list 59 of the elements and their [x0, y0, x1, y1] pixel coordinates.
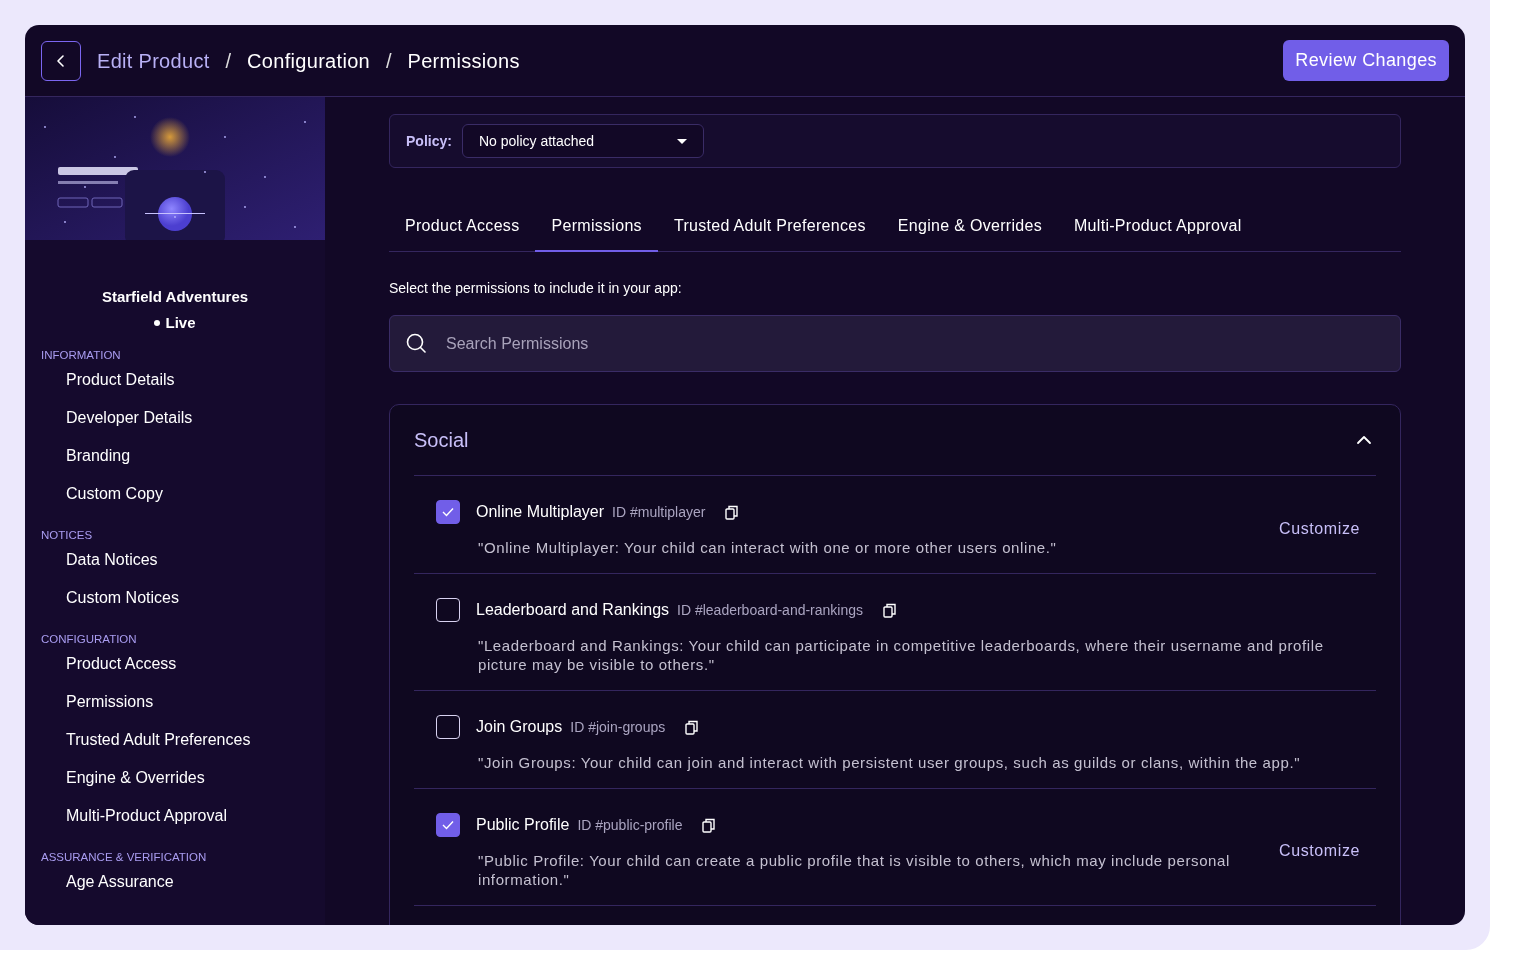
permission-id: ID #leaderboard-and-rankings — [677, 600, 864, 620]
checkbox[interactable] — [436, 500, 460, 524]
customize-link[interactable]: Customize — [1259, 839, 1360, 863]
sidebar-section-title: INFORMATION — [40, 348, 122, 362]
breadcrumb-separator: / — [225, 48, 232, 74]
customize-link[interactable]: Customize — [1259, 516, 1360, 541]
permission-id: ID #public-profile — [577, 815, 683, 835]
sidebar-item[interactable]: Custom Copy — [25, 476, 325, 514]
sidebar-item[interactable]: Product Access — [25, 646, 325, 684]
search-field[interactable]: Search Permissions — [389, 315, 1401, 372]
permission-id: ID #multiplayer — [612, 502, 706, 522]
sidebar-section-title: NOTICES — [40, 528, 94, 542]
instruction-text: Select the permissions to include it in your app: — [389, 279, 683, 298]
copy-icon[interactable] — [883, 602, 898, 618]
copy-icon[interactable] — [685, 719, 700, 735]
sidebar-item[interactable]: Product Details — [25, 362, 325, 400]
review-changes-button[interactable]: Review Changes — [1283, 40, 1449, 81]
check-icon — [442, 820, 454, 830]
search-icon — [406, 333, 426, 353]
breadcrumb-separator: / — [386, 48, 392, 74]
sidebar-item[interactable]: Custom Notices — [25, 580, 325, 618]
sidebar-item[interactable]: Trusted Adult Preferences — [25, 722, 325, 760]
policy-dropdown[interactable]: No policy attached — [461, 124, 704, 158]
sidebar-item[interactable]: Data Notices — [25, 542, 325, 580]
checkbox[interactable] — [436, 813, 460, 837]
permission-description: "Join Groups: Your child can join and interact with persistent user groups, such as guilds or clans, within the app." — [477, 753, 1302, 772]
tab[interactable]: Multi-Product Approval — [1057, 208, 1258, 252]
permission-name: Join Groups — [476, 717, 563, 737]
tab[interactable]: Trusted Adult Preferences — [657, 208, 882, 252]
tab[interactable]: Permissions — [535, 208, 658, 252]
tab[interactable]: Engine & Overrides — [881, 208, 1058, 252]
product-name: Starfield Adventures — [100, 287, 250, 307]
sidebar-section-title: CONFIGURATION — [40, 632, 138, 646]
permission-id: ID #join-groups — [570, 717, 666, 737]
sidebar-item[interactable]: Developer Details — [25, 400, 325, 438]
permission-name: Leaderboard and Rankings — [476, 600, 670, 620]
back-button[interactable] — [41, 40, 81, 81]
breadcrumb-link[interactable]: Edit Product — [97, 45, 210, 76]
status-label: Live — [165, 312, 196, 333]
tab[interactable]: Product Access — [389, 208, 536, 252]
permission-name: Public Profile — [476, 815, 570, 835]
copy-icon[interactable] — [725, 504, 740, 520]
permission-description: "Leaderboard and Rankings: Your child can participate in competitive leaderboards, where their username and profile picture may be visible to others." — [477, 636, 1325, 674]
collapse-icon[interactable] — [1356, 434, 1372, 446]
group-title: Social — [414, 428, 469, 453]
permission-description: "Public Profile: Your child can create a public profile that is visible to others, which may include personal information." — [477, 851, 1231, 889]
copy-icon[interactable] — [702, 817, 717, 833]
permission-name: Online Multiplayer — [476, 502, 605, 522]
sidebar-section-title: ASSURANCE & VERIFICATION — [40, 850, 208, 864]
caret-icon — [676, 138, 687, 144]
status-dot — [154, 319, 161, 326]
sidebar-item[interactable]: Age Assurance — [25, 864, 325, 902]
policy-label: Policy: — [406, 131, 452, 151]
sidebar-item[interactable]: Permissions — [25, 684, 325, 722]
permission-description: "Online Multiplayer: Your child can interact with one or more other users online." — [477, 538, 1058, 557]
check-icon — [442, 507, 454, 517]
sidebar-item[interactable]: Branding — [25, 438, 325, 476]
sidebar-item[interactable]: Engine & Overrides — [25, 760, 325, 798]
sidebar-item[interactable]: Multi-Product Approval — [25, 798, 325, 836]
